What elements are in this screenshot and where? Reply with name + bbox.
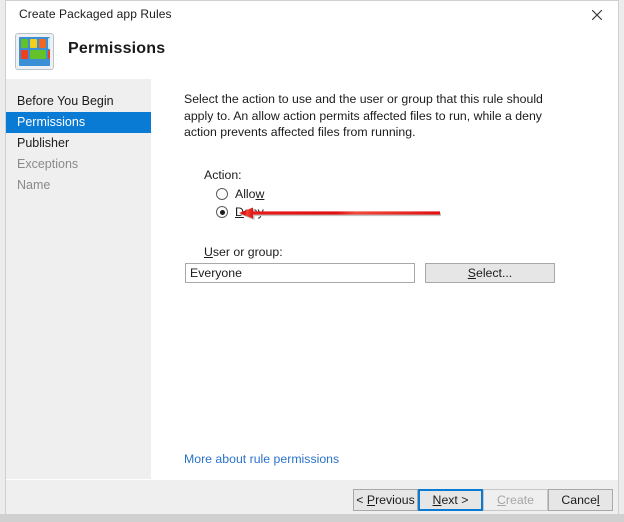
instruction-text: Select the action to use and the user or… [184,91,552,141]
radio-allow[interactable]: Allow [216,187,264,201]
action-group-label: Action: [204,168,242,182]
screen-canvas: Create Packaged app Rules [0,0,624,522]
packaged-app-icon [15,33,54,70]
sidebar-item-before-you-begin[interactable]: Before You Begin [6,91,151,112]
radio-allow-label: Allow [235,187,264,201]
create-packaged-app-rules-dialog: Create Packaged app Rules [5,0,619,514]
radio-deny-indicator [216,206,228,218]
content-panel: Select the action to use and the user or… [153,79,618,479]
previous-button[interactable]: < Previous [353,489,418,511]
page-bottom-shadow [0,514,624,522]
close-button[interactable] [576,1,618,28]
more-about-rule-permissions-link[interactable]: More about rule permissions [184,452,339,466]
wizard-steps-sidebar: Before You Begin Permissions Publisher E… [6,79,152,511]
page-title: Permissions [68,40,165,58]
user-or-group-label: User or group: [204,245,283,259]
sidebar-item-exceptions[interactable]: Exceptions [6,154,151,175]
next-button[interactable]: Next > [418,489,483,511]
create-button: Create [483,489,548,511]
close-icon [591,9,603,21]
dialog-body: Before You Begin Permissions Publisher E… [6,79,618,479]
dialog-header: Permissions [6,28,618,79]
radio-deny-label: Deny [235,205,264,219]
sidebar-item-name[interactable]: Name [6,175,151,196]
sidebar-item-permissions[interactable]: Permissions [6,112,151,133]
sidebar-item-publisher[interactable]: Publisher [6,133,151,154]
user-or-group-input[interactable] [185,263,415,283]
cancel-button[interactable]: Cancel [548,489,613,511]
window-title: Create Packaged app Rules [19,7,172,21]
dialog-footer: < Previous Next > Create Cancel [6,479,618,514]
wizard-steps-list: Before You Begin Permissions Publisher E… [6,91,151,196]
title-bar: Create Packaged app Rules [6,1,618,28]
select-button[interactable]: Select... [425,263,555,283]
radio-allow-indicator [216,188,228,200]
radio-deny[interactable]: Deny [216,205,264,219]
